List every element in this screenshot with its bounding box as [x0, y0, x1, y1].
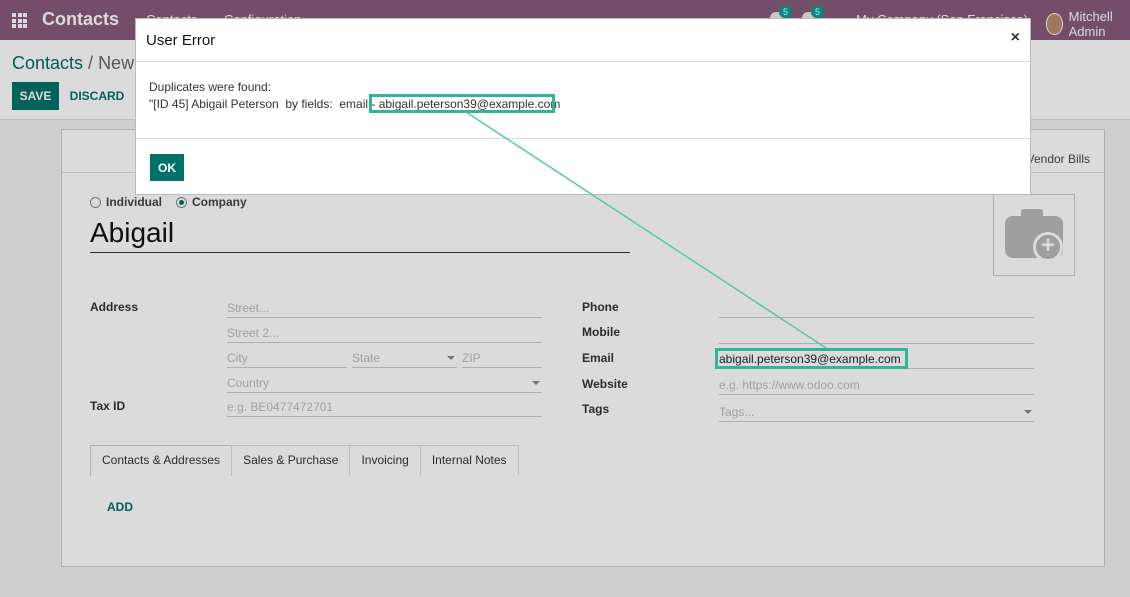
connector-line	[465, 111, 827, 349]
annotation-connector-line	[465, 111, 827, 349]
